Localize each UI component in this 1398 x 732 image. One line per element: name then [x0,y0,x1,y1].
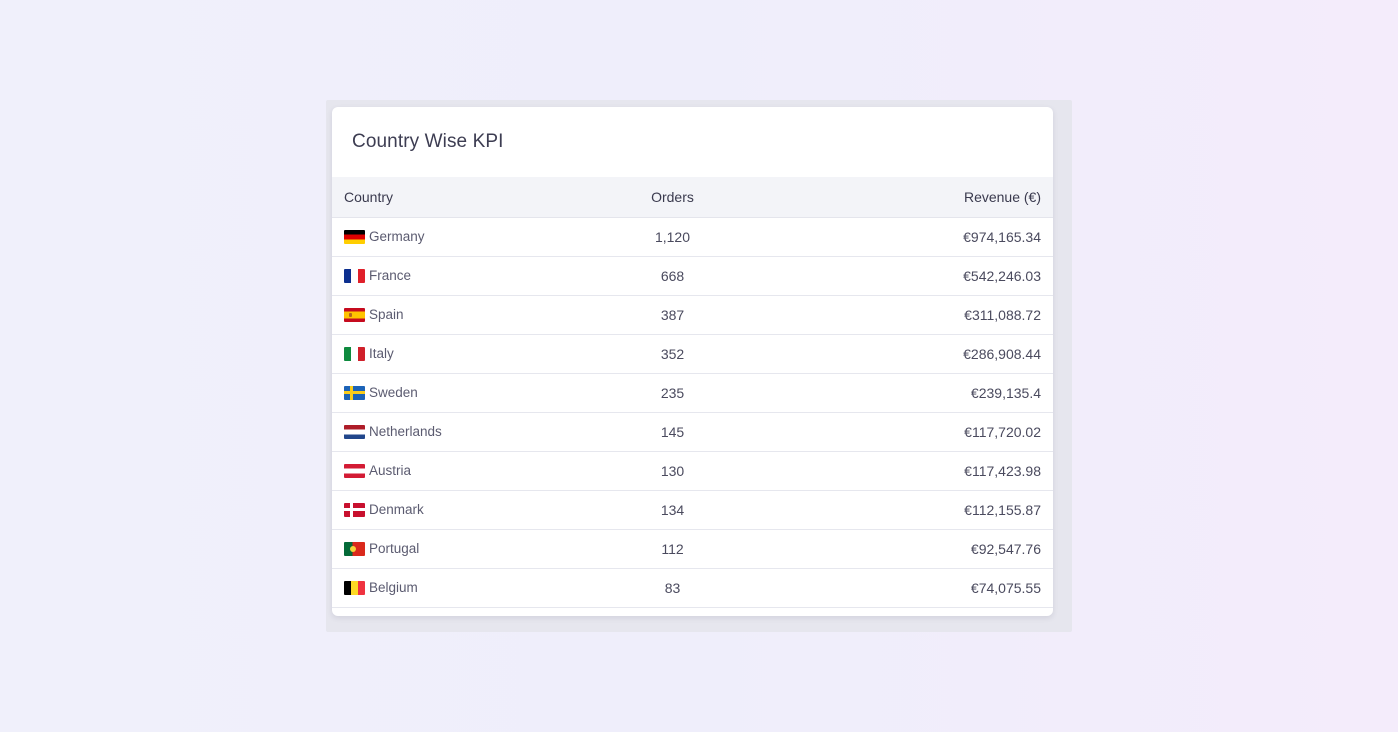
revenue-cell: €974,165.34 [799,217,1053,257]
country-cell: Netherlands [332,412,546,452]
country-name: Netherlands [369,424,442,439]
orders-cell: 1,120 [546,217,799,257]
card-title: Country Wise KPI [352,131,504,152]
country-name: Sweden [369,385,418,400]
revenue-cell: €239,135.4 [799,373,1053,413]
table-row[interactable]: Portugal 112 €92,547.76 [332,529,1053,569]
orders-cell: 387 [546,295,799,335]
country-name: Spain [369,307,404,322]
orders-cell: 83 [546,568,799,608]
country-cell: Italy [332,334,546,374]
orders-cell: 134 [546,490,799,530]
belgium-flag-icon [344,580,365,595]
revenue-cell: €117,720.02 [799,412,1053,452]
orders-cell: 145 [546,412,799,452]
portugal-flag-icon [344,541,365,556]
country-name: Belgium [369,580,418,595]
revenue-cell: €542,246.03 [799,256,1053,296]
country-cell: Spain [332,295,546,335]
orders-cell: 235 [546,373,799,413]
table-row[interactable]: France 668 €542,246.03 [332,256,1053,296]
orders-cell: 352 [546,334,799,374]
country-name: Austria [369,463,412,478]
denmark-flag-icon [344,502,365,517]
france-flag-icon [344,268,365,283]
country-cell: Denmark [332,490,546,530]
country-cell: Portugal [332,529,546,569]
orders-cell: 668 [546,256,799,296]
country-cell: France [332,256,546,296]
card-header: Country Wise KPI [332,107,1053,177]
table-header-row: Country Orders Revenue (€) [332,177,1053,218]
netherlands-flag-icon [344,424,365,439]
revenue-cell: €286,908.44 [799,334,1053,374]
country-cell: Germany [332,217,546,257]
table-body: Germany 1,120 €974,165.34 France 668 €54… [332,217,1053,608]
revenue-cell: €117,423.98 [799,451,1053,491]
spain-flag-icon [344,307,365,322]
italy-flag-icon [344,346,365,361]
orders-cell: 112 [546,529,799,569]
table-row[interactable]: Sweden 235 €239,135.4 [332,373,1053,413]
sweden-flag-icon [344,385,365,400]
country-kpi-card: Country Wise KPI Country Orders Revenue … [332,107,1053,616]
table-row[interactable]: Spain 387 €311,088.72 [332,295,1053,335]
table-row[interactable]: Belgium 83 €74,075.55 [332,568,1053,608]
table-row[interactable]: Austria 130 €117,423.98 [332,451,1053,491]
austria-flag-icon [344,463,365,478]
country-name: Denmark [369,502,424,517]
revenue-cell: €74,075.55 [799,568,1053,608]
country-name: Italy [369,346,394,361]
country-kpi-table: Country Orders Revenue (€) Germany 1,120… [332,177,1053,608]
country-cell: Austria [332,451,546,491]
table-row[interactable]: Italy 352 €286,908.44 [332,334,1053,374]
column-header-country[interactable]: Country [332,177,546,218]
orders-cell: 130 [546,451,799,491]
revenue-cell: €311,088.72 [799,295,1053,335]
country-cell: Sweden [332,373,546,413]
column-header-orders[interactable]: Orders [546,177,799,218]
table-row[interactable]: Netherlands 145 €117,720.02 [332,412,1053,452]
country-name: France [369,268,412,283]
revenue-cell: €92,547.76 [799,529,1053,569]
revenue-cell: €112,155.87 [799,490,1053,530]
country-cell: Belgium [332,568,546,608]
germany-flag-icon [344,229,365,244]
country-name: Germany [369,229,425,244]
column-header-revenue[interactable]: Revenue (€) [799,177,1053,218]
country-name: Portugal [369,541,420,556]
table-row[interactable]: Germany 1,120 €974,165.34 [332,217,1053,257]
table-row[interactable]: Denmark 134 €112,155.87 [332,490,1053,530]
